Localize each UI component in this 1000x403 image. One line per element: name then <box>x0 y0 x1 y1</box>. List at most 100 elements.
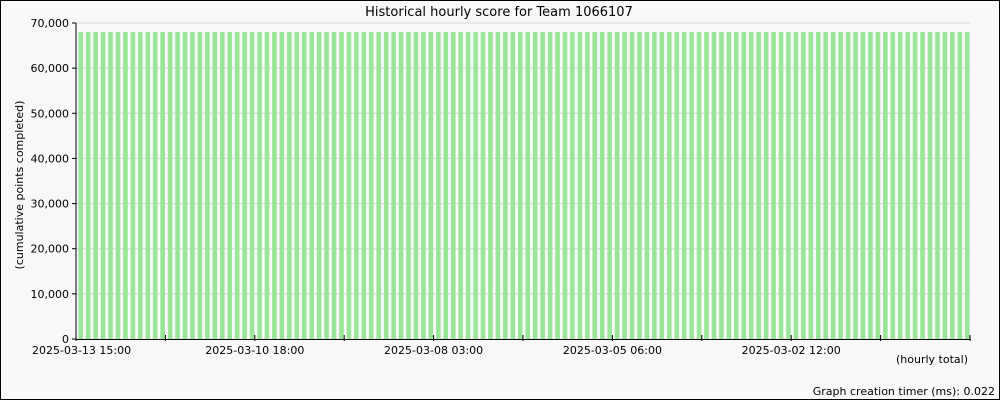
bar <box>78 32 84 340</box>
bar <box>495 32 501 340</box>
bar <box>815 32 821 340</box>
bar <box>897 32 903 340</box>
bar <box>711 32 717 340</box>
bar <box>480 32 486 340</box>
bar <box>100 32 106 340</box>
bar <box>145 32 151 340</box>
bar <box>666 32 672 340</box>
bar <box>510 32 516 340</box>
bar <box>771 32 776 340</box>
bar <box>175 32 180 340</box>
bar <box>346 32 352 340</box>
bar <box>808 32 814 340</box>
bar <box>488 32 493 340</box>
bar <box>219 32 225 340</box>
bar <box>249 32 255 340</box>
bar <box>875 32 881 340</box>
bar <box>890 32 896 340</box>
bar <box>942 32 948 340</box>
bar <box>234 32 240 340</box>
bar <box>138 32 143 340</box>
bar <box>264 32 270 340</box>
bar <box>368 32 374 340</box>
y-tick-label: 20,000 <box>31 243 70 256</box>
bar <box>272 32 277 340</box>
y-axis-label: (cumulative points completed) <box>13 101 26 270</box>
bar <box>212 32 218 340</box>
chart-title: Historical hourly score for Team 1066107 <box>365 5 633 20</box>
bar <box>413 32 419 340</box>
bar <box>160 32 165 340</box>
bar <box>450 32 456 340</box>
bar <box>383 32 389 340</box>
bar <box>287 32 292 340</box>
bar <box>324 32 329 340</box>
bar <box>85 32 91 340</box>
bar <box>637 32 642 340</box>
bar <box>614 32 620 340</box>
bar <box>294 32 300 340</box>
bar <box>763 32 769 340</box>
bar <box>652 32 657 340</box>
bar <box>801 32 806 340</box>
bar <box>197 32 203 340</box>
bar <box>428 32 434 340</box>
bar <box>130 32 136 340</box>
bar <box>532 32 538 340</box>
bar <box>577 32 583 340</box>
bar <box>927 32 933 340</box>
bar <box>823 32 829 340</box>
bar <box>734 32 739 340</box>
bar <box>786 32 791 340</box>
bar <box>316 32 322 340</box>
bar <box>279 32 285 340</box>
bar <box>838 32 843 340</box>
bar <box>622 32 627 340</box>
x-tick-label: 2025-03-05 06:00 <box>563 344 662 357</box>
bar <box>391 32 396 340</box>
bar <box>868 32 873 340</box>
bar <box>935 32 940 340</box>
bar <box>540 32 545 340</box>
bar <box>726 32 732 340</box>
x-tick-labels: 2025-03-13 15:00 2025-03-10 18:00 2025-03-… <box>32 335 971 357</box>
bar <box>190 32 195 340</box>
bar <box>339 32 344 340</box>
bar <box>443 32 449 340</box>
bar <box>301 32 307 340</box>
y-tick-label: 10,000 <box>31 288 70 301</box>
bar <box>547 32 553 340</box>
bar <box>964 32 970 340</box>
bar <box>421 32 426 340</box>
bar <box>793 32 799 340</box>
bar <box>123 32 128 340</box>
bar <box>182 32 188 340</box>
bar <box>406 32 411 340</box>
axes <box>75 23 971 340</box>
bar <box>681 32 687 340</box>
bars <box>78 32 970 340</box>
bar <box>376 32 382 340</box>
bar <box>555 32 560 340</box>
graph-timer-footer: Graph creation timer (ms): 0.022 <box>813 385 995 398</box>
grid-lines <box>76 22 970 295</box>
bar <box>674 32 680 340</box>
y-tick-label: 30,000 <box>31 198 70 211</box>
chart-frame: Historical hourly score for Team 1066107… <box>0 0 1000 400</box>
bar <box>570 32 575 340</box>
bar <box>920 32 925 340</box>
bar <box>845 32 851 340</box>
bar <box>465 32 471 340</box>
bar <box>167 32 173 340</box>
bar <box>115 32 121 340</box>
bar <box>696 32 702 340</box>
bar <box>883 32 888 340</box>
bar <box>361 32 367 340</box>
x-tick-label: 2025-03-08 03:00 <box>384 344 483 357</box>
bar <box>905 32 910 340</box>
bar <box>748 32 754 340</box>
hourly-score-chart: Historical hourly score for Team 1066107… <box>13 5 995 398</box>
bar <box>860 32 866 340</box>
bar <box>950 32 955 340</box>
bar <box>205 32 210 340</box>
